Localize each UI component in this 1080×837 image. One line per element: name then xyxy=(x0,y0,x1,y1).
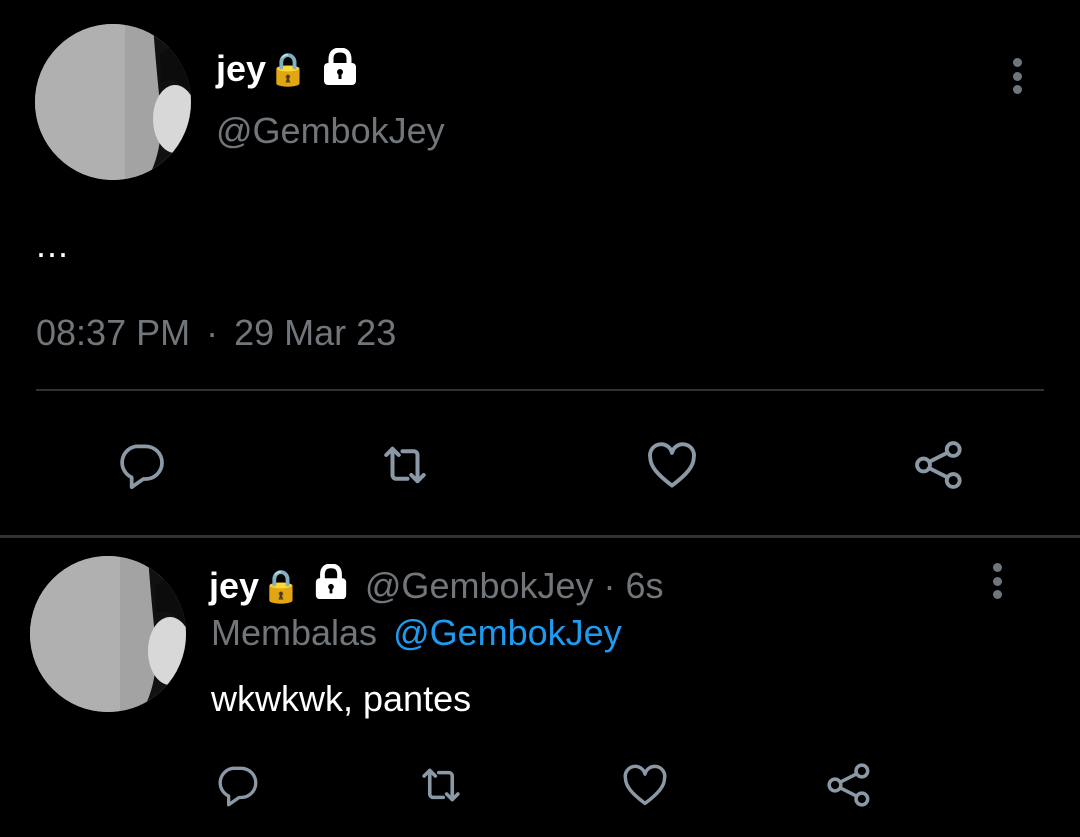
replying-to-line: Membalas @GembokJey xyxy=(211,612,622,654)
main-time: 08:37 PM xyxy=(36,312,191,353)
reply-display-name[interactable]: jey xyxy=(209,565,259,607)
reply-handle[interactable]: @GembokJey xyxy=(365,565,594,607)
main-share-button[interactable] xyxy=(904,430,974,500)
share-icon xyxy=(827,763,870,807)
reply-icon xyxy=(218,766,258,807)
reply-share-button[interactable] xyxy=(819,755,879,815)
reply-name-emoji: 🔒 xyxy=(261,567,301,605)
reply-name-row: jey 🔒 @GembokJey · 6s xyxy=(209,562,664,610)
main-handle[interactable]: @GembokJey xyxy=(216,110,445,152)
lock-icon xyxy=(318,46,362,91)
main-display-name[interactable]: jey xyxy=(216,48,266,90)
like-icon xyxy=(623,764,667,806)
main-more-icon[interactable] xyxy=(1006,58,1028,94)
main-name-row: jey 🔒 xyxy=(216,44,362,94)
main-retweet-button[interactable] xyxy=(370,430,440,500)
reply-time-ago[interactable]: 6s xyxy=(626,565,664,607)
reply-icon xyxy=(120,444,164,490)
avatar-image xyxy=(35,24,191,180)
main-timestamp[interactable]: 08:37 PM · 29 Mar 23 xyxy=(36,312,396,354)
section-divider xyxy=(0,535,1080,538)
main-divider xyxy=(36,389,1044,391)
reply-separator: · xyxy=(603,565,616,606)
replying-to-link[interactable]: @GembokJey xyxy=(393,612,622,653)
like-icon xyxy=(648,442,696,488)
main-tweet-text: ... xyxy=(36,224,70,265)
main-date: 29 Mar 23 xyxy=(234,312,397,353)
share-icon xyxy=(915,441,962,489)
retweet-icon xyxy=(422,768,460,802)
reply-reply-button[interactable] xyxy=(207,755,267,815)
reply-avatar[interactable] xyxy=(30,556,186,712)
replying-prefix: Membalas xyxy=(211,612,378,653)
reply-more-icon[interactable] xyxy=(986,563,1008,599)
main-avatar[interactable] xyxy=(35,24,191,180)
lock-icon xyxy=(309,563,353,609)
retweet-icon xyxy=(384,446,426,484)
avatar-image xyxy=(30,556,186,712)
main-name-emoji: 🔒 xyxy=(268,50,308,88)
reply-tweet-text: wkwkwk, pantes xyxy=(211,678,472,719)
reply-retweet-button[interactable] xyxy=(411,755,471,815)
main-reply-button[interactable] xyxy=(106,430,176,500)
main-separator: · xyxy=(206,312,219,353)
reply-like-button[interactable] xyxy=(615,755,675,815)
main-like-button[interactable] xyxy=(637,430,707,500)
